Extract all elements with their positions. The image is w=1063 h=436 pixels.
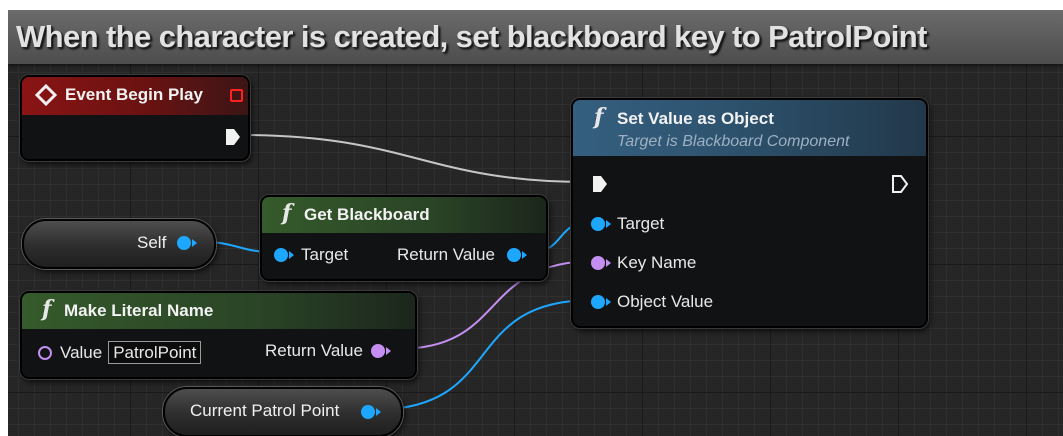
- get-blackboard-title: Get Blackboard: [304, 205, 430, 224]
- event-begin-play-title: Event Begin Play: [65, 85, 203, 104]
- value-input-pin[interactable]: [38, 345, 52, 360]
- event-begin-play-node[interactable]: Event Begin Play: [20, 75, 250, 161]
- comment-text: When the character is created, set black…: [16, 19, 927, 54]
- set-value-as-object-header: f Set Value as Object Target is Blackboa…: [573, 100, 926, 156]
- exec-in-pin-icon[interactable]: [591, 174, 609, 194]
- target-input-pin[interactable]: [591, 217, 611, 231]
- return-value-label: Return Value: [265, 341, 363, 360]
- current-patrol-point-label: Current Patrol Point: [190, 401, 340, 420]
- make-literal-name-node[interactable]: f Make Literal Name Value PatrolPoint Re…: [20, 291, 417, 379]
- value-label: Value: [60, 342, 103, 362]
- current-patrol-point-variable-node[interactable]: Current Patrol Point: [163, 387, 403, 436]
- blueprint-graph-canvas[interactable]: When the character is created, set black…: [8, 10, 1063, 436]
- exec-out-pin-icon[interactable]: [891, 174, 909, 194]
- get-blackboard-header: f Get Blackboard: [262, 197, 546, 233]
- make-literal-name-header: f Make Literal Name: [22, 293, 415, 329]
- target-input-pin[interactable]: [274, 248, 294, 262]
- return-value-output-pin[interactable]: [370, 344, 391, 358]
- get-blackboard-target-row[interactable]: Target: [274, 245, 348, 265]
- self-label: Self: [137, 233, 167, 252]
- set-value-as-object-node[interactable]: f Set Value as Object Target is Blackboa…: [571, 98, 928, 328]
- function-f-icon: f: [42, 296, 52, 322]
- exec-out-pin-icon[interactable]: [224, 127, 242, 147]
- object-value-label: Object Value: [617, 292, 714, 311]
- function-f-icon: f: [594, 104, 604, 130]
- key-name-row[interactable]: Key Name: [591, 253, 696, 273]
- return-value-label: Return Value: [397, 245, 495, 264]
- make-literal-name-title: Make Literal Name: [64, 301, 214, 320]
- self-output-pin[interactable]: [177, 236, 197, 250]
- return-value-output-pin[interactable]: [506, 248, 527, 262]
- diamond-event-icon: [35, 84, 57, 106]
- red-square-delegate-icon[interactable]: [230, 89, 243, 102]
- literal-value-row[interactable]: Value PatrolPoint: [38, 341, 202, 364]
- current-patrol-point-output-pin[interactable]: [361, 405, 381, 419]
- target-row[interactable]: Target: [591, 214, 664, 234]
- key-name-input-pin[interactable]: [591, 256, 611, 270]
- exec-wire[interactable]: [242, 134, 587, 183]
- function-f-icon: f: [282, 200, 292, 226]
- target-label: Target: [617, 214, 665, 233]
- key-name-label: Key Name: [617, 253, 697, 272]
- target-label: Target: [301, 245, 349, 264]
- get-blackboard-node[interactable]: f Get Blackboard Target Return Value: [260, 195, 548, 281]
- object-value-row[interactable]: Object Value: [591, 292, 713, 312]
- comment-box-header[interactable]: When the character is created, set black…: [8, 10, 1063, 64]
- self-variable-node[interactable]: Self: [22, 219, 216, 269]
- object-value-input-pin[interactable]: [591, 295, 611, 309]
- event-begin-play-header: Event Begin Play: [22, 77, 248, 115]
- get-blackboard-return-row[interactable]: Return Value: [397, 245, 527, 265]
- set-value-as-object-title: Set Value as Object: [617, 109, 774, 128]
- literal-return-row[interactable]: Return Value: [265, 341, 391, 361]
- set-value-as-object-subtitle: Target is Blackboard Component: [617, 133, 850, 150]
- value-text-field[interactable]: PatrolPoint: [108, 341, 202, 364]
